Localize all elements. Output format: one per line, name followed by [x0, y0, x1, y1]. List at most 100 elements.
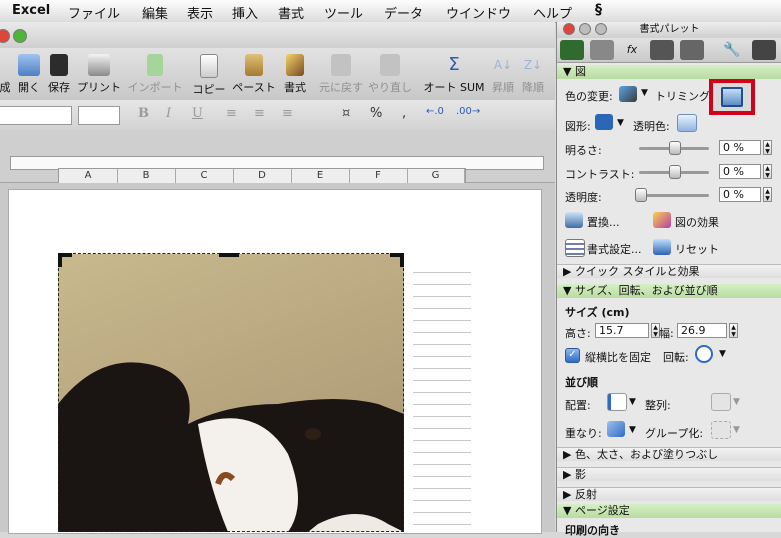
toolbar-new-button[interactable]: 成 [0, 52, 14, 98]
reset-picture-button[interactable]: リセット [675, 241, 719, 257]
increase-decimal-icon[interactable]: ←.0 [426, 106, 444, 117]
shape-dropdown-arrow-icon[interactable]: ▼ [617, 118, 624, 128]
rotate-icon[interactable] [695, 345, 713, 363]
palette-close-button[interactable] [563, 23, 575, 35]
toolbar-autosum-button[interactable]: Σ オート SUM [422, 52, 486, 98]
menu-window[interactable]: ウインドウ [446, 3, 511, 22]
script-menu-icon[interactable]: § [595, 2, 602, 18]
menu-format[interactable]: 書式 [278, 3, 304, 22]
format-picture-button[interactable]: 書式設定... [587, 241, 642, 257]
transparency-slider-knob[interactable] [635, 188, 647, 202]
width-field[interactable]: 26.9 [677, 323, 727, 338]
transparency-slider[interactable] [639, 194, 709, 197]
toolbar-paste-button[interactable]: ペースト [232, 52, 276, 98]
toolbar-redo-button[interactable]: やり直し [366, 52, 414, 98]
section-size-header[interactable]: ▼ サイズ、回転、および並び順 [557, 284, 781, 298]
tab-scrapbook-icon[interactable] [650, 40, 674, 60]
crop-handle-top[interactable] [219, 253, 239, 257]
arrange-dropdown-arrow-icon[interactable]: ▼ [629, 397, 636, 407]
font-size-select[interactable] [78, 106, 120, 125]
bold-button[interactable]: B [138, 106, 149, 121]
column-header-d[interactable]: D [233, 169, 292, 183]
transparency-field[interactable]: 0 % [719, 187, 761, 202]
tab-formatting-icon[interactable] [560, 40, 584, 60]
toolbar-import-button[interactable]: インポート [126, 52, 184, 98]
group-icon[interactable] [711, 421, 731, 439]
contrast-stepper[interactable]: ▲ ▼ [763, 164, 772, 179]
arrange-icon[interactable] [607, 393, 627, 411]
section-shadow-header[interactable]: ▶ 影 [557, 467, 781, 481]
rotate-dropdown-arrow-icon[interactable]: ▼ [719, 349, 726, 359]
toolbar-sort-desc-button[interactable]: Z↓ 降順 [518, 52, 548, 98]
section-reflection-header[interactable]: ▶ 反射 [557, 487, 781, 501]
column-header-f[interactable]: F [349, 169, 408, 183]
group-dropdown-arrow-icon[interactable]: ▼ [733, 425, 740, 435]
picture-effects-icon[interactable] [653, 212, 671, 228]
menu-help[interactable]: ヘルプ [533, 3, 572, 22]
italic-button[interactable]: I [166, 106, 171, 121]
lock-aspect-checkbox[interactable]: ✓ [565, 348, 580, 363]
crop-tool-button-highlighted[interactable] [709, 79, 755, 115]
section-page-setup-header[interactable]: ▼ ページ設定 [557, 504, 781, 518]
crop-selection-frame[interactable] [58, 253, 404, 532]
menu-tools[interactable]: ツール [324, 3, 363, 22]
recolor-button-icon[interactable] [619, 86, 637, 102]
column-header-c[interactable]: C [175, 169, 234, 183]
toolbar-copy-button[interactable]: コピー [190, 52, 228, 98]
transparency-stepper[interactable]: ▲ ▼ [763, 187, 772, 202]
menu-file[interactable]: ファイル [68, 3, 120, 22]
align-left-icon[interactable]: ≡ [226, 106, 237, 121]
section-quick-style-header[interactable]: ▶ クイック スタイルと効果 [557, 264, 781, 278]
toolbar-format-painter-button[interactable]: 書式 [280, 52, 310, 98]
column-header-b[interactable]: B [117, 169, 176, 183]
recolor-dropdown-arrow-icon[interactable]: ▼ [641, 88, 648, 98]
column-header-e[interactable]: E [291, 169, 350, 183]
percent-style-button[interactable]: % [370, 106, 382, 121]
brightness-slider-knob[interactable] [669, 141, 681, 155]
toolbar-undo-button[interactable]: 元に戻す [316, 52, 366, 98]
brightness-stepper[interactable]: ▲ ▼ [763, 140, 772, 155]
section-color-weight-header[interactable]: ▶ 色、太さ、および塗りつぶし [557, 447, 781, 461]
column-header-a[interactable]: A [59, 169, 118, 183]
tab-reference-tools-icon[interactable] [680, 40, 704, 60]
crop-handle-top-left[interactable] [58, 253, 72, 267]
menu-insert[interactable]: 挿入 [232, 3, 258, 22]
decrease-decimal-icon[interactable]: .00→ [456, 106, 480, 117]
comma-style-button[interactable]: , [402, 106, 406, 121]
toolbar-open-button[interactable]: 開く [16, 52, 42, 98]
tab-object-palette-icon[interactable] [590, 40, 614, 60]
transparent-color-tool-icon[interactable] [677, 114, 697, 132]
shape-button-icon[interactable] [595, 114, 613, 130]
column-header-g[interactable]: G [407, 169, 465, 183]
menu-app-name[interactable]: Excel [12, 3, 50, 18]
format-picture-icon[interactable] [565, 239, 585, 257]
stack-order-icon[interactable] [607, 421, 625, 437]
height-field[interactable]: 15.7 [595, 323, 649, 338]
stack-dropdown-arrow-icon[interactable]: ▼ [629, 425, 636, 435]
palette-minimize-button[interactable] [579, 23, 591, 35]
tab-formula-builder-icon[interactable]: fx [620, 40, 644, 60]
toolbar-print-button[interactable]: プリント [76, 52, 122, 98]
menu-view[interactable]: 表示 [187, 3, 213, 22]
width-stepper[interactable]: ▲ ▼ [729, 323, 738, 338]
replace-picture-button[interactable]: 置換... [587, 214, 620, 230]
menu-data[interactable]: データ [384, 3, 423, 22]
tab-compatibility-report-icon[interactable]: 🔧 [720, 40, 744, 60]
underline-button[interactable]: U [192, 106, 203, 121]
contrast-field[interactable]: 0 % [719, 164, 761, 179]
crop-handle-top-right[interactable] [390, 253, 404, 267]
currency-icon[interactable]: ¤ [342, 106, 350, 121]
contrast-slider-knob[interactable] [669, 165, 681, 179]
replace-picture-icon[interactable] [565, 212, 583, 228]
zoom-window-button[interactable] [13, 29, 27, 43]
close-window-button[interactable] [0, 29, 10, 43]
picture-effects-button[interactable]: 図の効果 [675, 214, 719, 230]
reset-picture-icon[interactable] [653, 239, 671, 255]
section-picture-header[interactable]: ▼ 図 [557, 65, 781, 79]
toolbar-save-button[interactable]: 保存 [46, 52, 72, 98]
toolbar-sort-asc-button[interactable]: A↓ 昇順 [488, 52, 518, 98]
align-center-icon[interactable]: ≡ [254, 106, 265, 121]
brightness-field[interactable]: 0 % [719, 140, 761, 155]
menu-edit[interactable]: 編集 [142, 3, 168, 22]
font-name-select[interactable] [0, 106, 72, 125]
